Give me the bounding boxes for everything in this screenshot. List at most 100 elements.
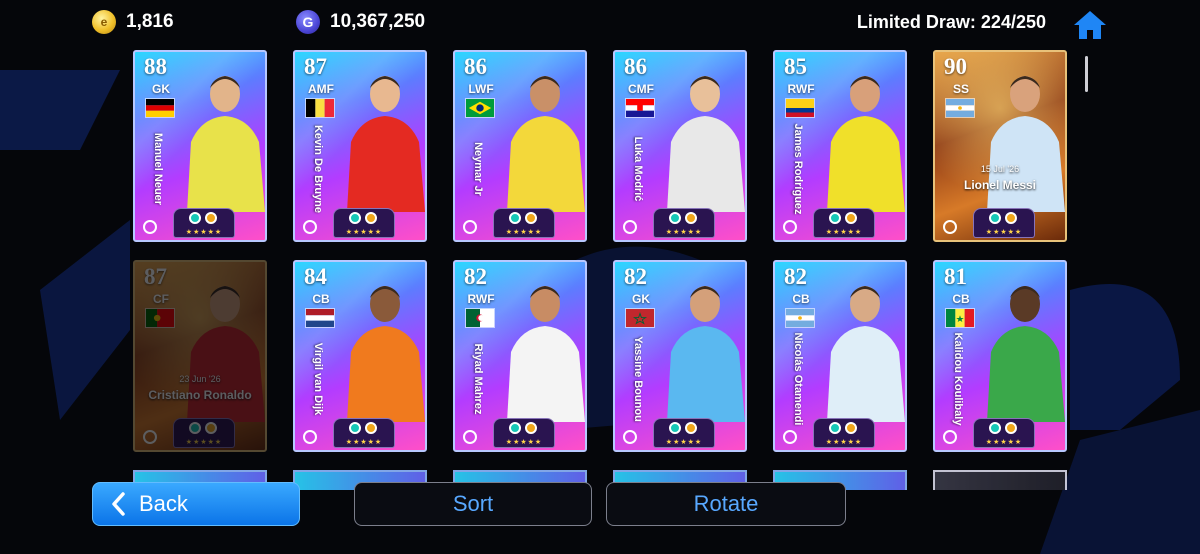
orange-badge-icon [685, 422, 697, 434]
rotate-button[interactable]: Rotate [606, 482, 846, 526]
card-name-wrap: James Rodríguez [783, 123, 813, 215]
player-image [347, 76, 425, 212]
card-rating: 82 [624, 264, 647, 289]
efootball-logo-icon [303, 220, 317, 234]
teal-badge-icon [189, 422, 201, 434]
card-position: RWF [467, 292, 495, 306]
orange-badge-icon [685, 212, 697, 224]
teal-badge-icon [509, 212, 521, 224]
card-rating: 88 [144, 54, 167, 79]
card-badge-plate: ★★★★★ [333, 418, 395, 448]
teal-badge-icon [509, 422, 521, 434]
player-card[interactable]: 86 CMF Luka Modrić ★★★★★ [613, 50, 747, 242]
card-name-wrap: Nicolás Otamendi [783, 333, 813, 426]
card-position: CMF [628, 82, 654, 96]
efootball-logo-icon [303, 430, 317, 444]
card-badge-plate: ★★★★★ [173, 208, 235, 238]
card-name-wrap: Kevin De Bruyne [303, 124, 333, 214]
player-card[interactable]: 84 CB Virgil van Dijk ★★★★★ [293, 260, 427, 452]
card-player-name: Cristiano Ronaldo [148, 388, 252, 402]
flag-icon [625, 308, 655, 328]
card-position: CB [312, 292, 330, 306]
chevron-left-icon [112, 492, 125, 516]
orange-badge-icon [845, 212, 857, 224]
efootball-logo-icon [143, 430, 157, 444]
player-image [507, 286, 585, 422]
player-card[interactable]: 87 CF 23 Jun '26 Cristiano Ronaldo ★★★★★ [133, 260, 267, 452]
card-rating: 85 [784, 54, 807, 79]
player-card[interactable]: 85 RWF James Rodríguez ★★★★★ [773, 50, 907, 242]
card-name-wrap: Luka Modrić [623, 124, 653, 214]
card-badge-plate: ★★★★★ [333, 208, 395, 238]
card-position: GK [632, 292, 650, 306]
card-stars: ★★★★★ [665, 229, 703, 236]
orange-badge-icon [1005, 422, 1017, 434]
card-position: CF [153, 292, 169, 306]
card-name-wrap: Riyad Mahrez [463, 334, 493, 424]
card-stars: ★★★★★ [185, 439, 223, 446]
card-player-name: Riyad Mahrez [472, 343, 484, 415]
orange-badge-icon [365, 212, 377, 224]
teal-badge-icon [829, 212, 841, 224]
card-player-name: James Rodríguez [792, 123, 804, 215]
efootball-logo-icon [143, 220, 157, 234]
back-button[interactable]: Back [92, 482, 300, 526]
card-stars: ★★★★★ [665, 439, 703, 446]
card-position: SS [952, 82, 969, 96]
efootball-logo-icon [623, 430, 637, 444]
card-badge-plate: ★★★★★ [493, 208, 555, 238]
gp-icon: G [296, 10, 320, 34]
card-stars: ★★★★★ [345, 229, 383, 236]
card-stars: ★★★★★ [505, 439, 543, 446]
coin-icon: e [92, 10, 116, 34]
card-badge-plate: ★★★★★ [173, 418, 235, 448]
flag-icon [465, 308, 495, 328]
flag-icon [625, 98, 655, 118]
card-name-wrap: Manuel Neuer [143, 124, 173, 214]
card-player-name: Lionel Messi [963, 178, 1037, 192]
player-card[interactable]: 82 GK Yassine Bounou ★★★★★ [613, 260, 747, 452]
player-card[interactable]: 88 GK Manuel Neuer ★★★★★ [133, 50, 267, 242]
player-image [667, 76, 745, 212]
card-position: AMF [308, 82, 334, 96]
flag-icon [945, 98, 975, 118]
limited-draw-counter: Limited Draw: 224/250 [856, 12, 1046, 32]
flag-icon [305, 98, 335, 118]
card-position: CB [952, 292, 970, 306]
orange-badge-icon [845, 422, 857, 434]
gp-stat: G 10,367,250 [296, 10, 425, 34]
card-badge-plate: ★★★★★ [973, 208, 1035, 238]
flag-icon [145, 308, 175, 328]
card-name-wrap: Neymar Jr [463, 124, 493, 214]
efootball-logo-icon [463, 220, 477, 234]
card-partial[interactable] [933, 470, 1067, 490]
card-player-name: Luka Modrić [632, 136, 644, 202]
player-card[interactable]: 86 LWF Neymar Jr ★★★★★ [453, 50, 587, 242]
efootball-logo-icon [463, 430, 477, 444]
card-badge-plate: ★★★★★ [653, 208, 715, 238]
gp-value: 10,367,250 [330, 11, 426, 32]
sort-label: Sort [452, 491, 494, 516]
card-position: CB [792, 292, 810, 306]
orange-badge-icon [525, 422, 537, 434]
home-icon[interactable] [1072, 8, 1108, 42]
card-position: GK [152, 82, 170, 96]
card-stars: ★★★★★ [825, 229, 863, 236]
player-card[interactable]: 90 SS 15 Jul '26 Lionel Messi ★★★★★ [933, 50, 1067, 242]
player-card[interactable]: 87 AMF Kevin De Bruyne ★★★★★ [293, 50, 427, 242]
card-rating: 86 [624, 54, 647, 79]
card-player-name: Kevin De Bruyne [312, 124, 324, 214]
card-badge-plate: ★★★★★ [653, 418, 715, 448]
sort-button[interactable]: Sort [354, 482, 592, 526]
card-stars: ★★★★★ [985, 439, 1023, 446]
card-stars: ★★★★★ [825, 439, 863, 446]
scrollbar[interactable] [1085, 56, 1088, 92]
card-badge-plate: ★★★★★ [813, 208, 875, 238]
player-card[interactable]: 81 CB Kalidou Koulibaly ★★★★★ [933, 260, 1067, 452]
player-card[interactable]: 82 RWF Riyad Mahrez ★★★★★ [453, 260, 587, 452]
card-stars: ★★★★★ [505, 229, 543, 236]
player-card[interactable]: 82 CB Nicolás Otamendi ★★★★★ [773, 260, 907, 452]
card-date: 23 Jun '26 [179, 374, 221, 384]
card-badge-plate: ★★★★★ [973, 418, 1035, 448]
teal-badge-icon [349, 422, 361, 434]
